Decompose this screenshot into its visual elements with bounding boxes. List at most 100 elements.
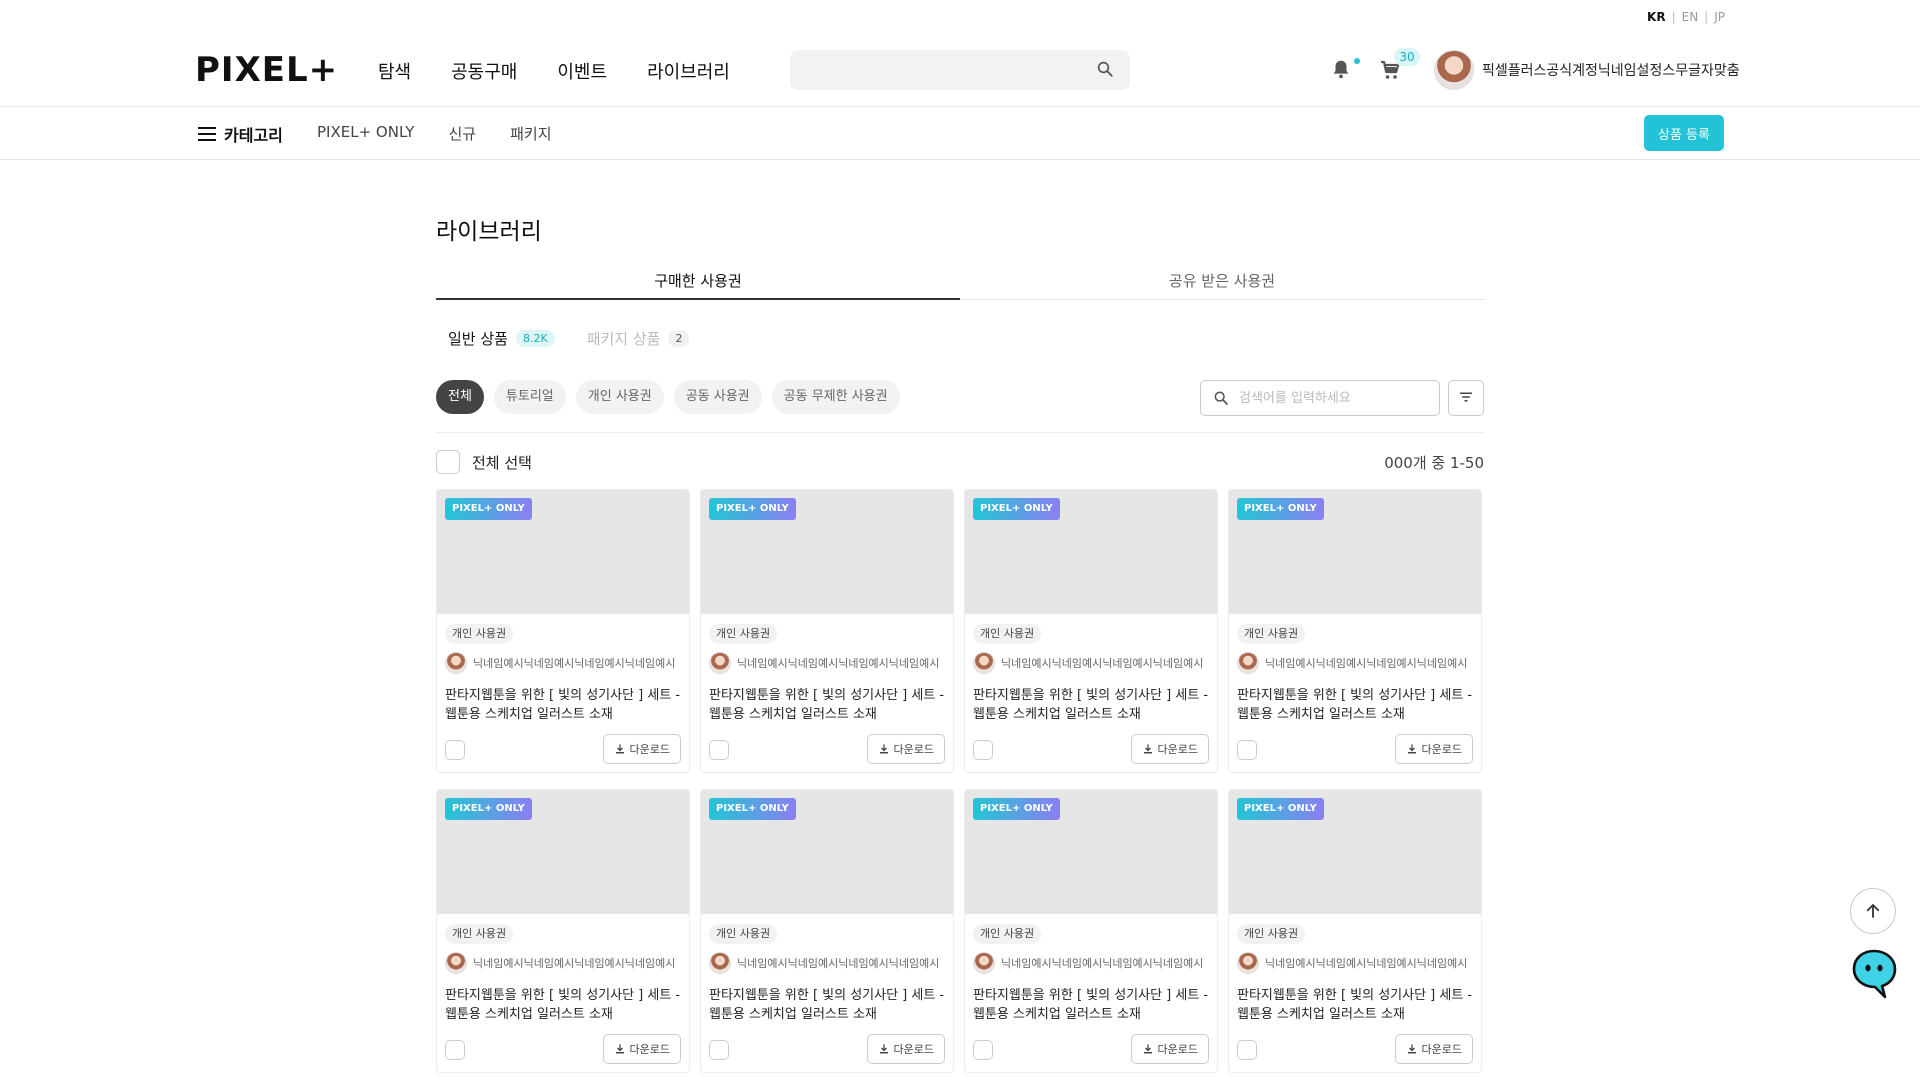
lang-en[interactable]: EN xyxy=(1682,10,1699,24)
tab-purchased[interactable]: 구매한 사용권 xyxy=(436,264,960,300)
product-thumbnail[interactable]: PIXEL+ ONLY xyxy=(1229,490,1481,614)
tab-shared[interactable]: 공유 받은 사용권 xyxy=(960,264,1484,299)
chip-shared[interactable]: 공동 사용권 xyxy=(673,380,762,414)
product-thumbnail[interactable]: PIXEL+ ONLY xyxy=(701,790,953,914)
subtab-general[interactable]: 일반 상품 8.2K xyxy=(448,328,555,349)
product-checkbox[interactable] xyxy=(445,740,465,760)
global-search[interactable] xyxy=(790,50,1130,90)
sub-nav-pixel-only[interactable]: PIXEL+ ONLY xyxy=(317,123,414,144)
product-checkbox[interactable] xyxy=(709,1040,729,1060)
sub-nav-links: PIXEL+ ONLY 신규 패키지 xyxy=(317,123,552,144)
chat-bot-icon[interactable] xyxy=(1850,948,1898,1000)
product-title[interactable]: 판타지웹툰을 위한 [ 빛의 성기사단 ] 세트 - 웹툰용 스케치업 일러스트… xyxy=(1237,986,1475,1024)
download-button[interactable]: 다운로드 xyxy=(602,734,681,764)
logo[interactable]: PIXEL+ xyxy=(195,50,338,90)
product-title[interactable]: 판타지웹툰을 위한 [ 빛의 성기사단 ] 세트 - 웹툰용 스케치업 일러스트… xyxy=(445,686,683,724)
product-thumbnail[interactable]: PIXEL+ ONLY xyxy=(701,490,953,614)
register-product-button[interactable]: 상품 등록 xyxy=(1644,115,1724,151)
product-checkbox[interactable] xyxy=(973,1040,993,1060)
pixel-only-badge: PIXEL+ ONLY xyxy=(709,798,796,820)
scroll-to-top-button[interactable] xyxy=(1850,888,1896,934)
product-card[interactable]: PIXEL+ ONLY 개인 사용권 닉네임예시닉네임예시닉네임예시닉네임예시 … xyxy=(700,789,954,1073)
product-thumbnail[interactable]: PIXEL+ ONLY xyxy=(437,490,689,614)
author: 닉네임예시닉네임예시닉네임예시닉네임예시 xyxy=(1237,952,1475,974)
sub-nav-package[interactable]: 패키지 xyxy=(510,123,551,144)
download-label: 다운로드 xyxy=(893,743,934,756)
select-all[interactable]: 전체 선택 xyxy=(436,450,532,474)
arrow-up-icon xyxy=(1866,904,1880,918)
category-menu-button[interactable]: 카테고리 xyxy=(198,122,283,146)
product-title[interactable]: 판타지웹툰을 위한 [ 빛의 성기사단 ] 세트 - 웹툰용 스케치업 일러스트… xyxy=(709,686,947,724)
product-title[interactable]: 판타지웹툰을 위한 [ 빛의 성기사단 ] 세트 - 웹툰용 스케치업 일러스트… xyxy=(445,986,683,1024)
license-tag: 개인 사용권 xyxy=(973,924,1042,944)
product-type-tabs: 일반 상품 8.2K 패키지 상품 2 xyxy=(448,328,690,349)
author-name: 닉네임예시닉네임예시닉네임예시닉네임예시 xyxy=(737,957,940,970)
select-all-checkbox[interactable] xyxy=(436,450,460,474)
product-title[interactable]: 판타지웹툰을 위한 [ 빛의 성기사단 ] 세트 - 웹툰용 스케치업 일러스트… xyxy=(973,986,1211,1024)
library-search xyxy=(1200,380,1440,416)
chip-personal[interactable]: 개인 사용권 xyxy=(575,380,664,414)
nav-event[interactable]: 이벤트 xyxy=(557,58,607,84)
product-title[interactable]: 판타지웹툰을 위한 [ 빛의 성기사단 ] 세트 - 웹툰용 스케치업 일러스트… xyxy=(973,686,1211,724)
product-checkbox[interactable] xyxy=(973,740,993,760)
download-button[interactable]: 다운로드 xyxy=(866,1034,945,1064)
subnav-divider xyxy=(0,159,1920,160)
username[interactable]: 픽셀플러스공식계정닉네임설정스무글자맞춤 xyxy=(1482,60,1740,80)
product-card[interactable]: PIXEL+ ONLY 개인 사용권 닉네임예시닉네임예시닉네임예시닉네임예시 … xyxy=(964,789,1218,1073)
subtab-label: 일반 상품 xyxy=(448,330,508,348)
nav-library[interactable]: 라이브러리 xyxy=(647,58,730,84)
lang-kr[interactable]: KR xyxy=(1647,10,1666,24)
nav-explore[interactable]: 탐색 xyxy=(378,58,411,84)
filter-icon xyxy=(1460,392,1472,401)
author: 닉네임예시닉네임예시닉네임예시닉네임예시 xyxy=(445,952,683,974)
author-name: 닉네임예시닉네임예시닉네임예시닉네임예시 xyxy=(1001,657,1204,670)
filter-button[interactable] xyxy=(1448,380,1484,416)
download-button[interactable]: 다운로드 xyxy=(1130,1034,1209,1064)
product-checkbox[interactable] xyxy=(1237,1040,1257,1060)
sub-nav-new[interactable]: 신규 xyxy=(448,123,476,144)
download-button[interactable]: 다운로드 xyxy=(1394,734,1473,764)
download-icon xyxy=(615,744,624,754)
avatar[interactable] xyxy=(1434,50,1474,90)
author: 닉네임예시닉네임예시닉네임예시닉네임예시 xyxy=(973,952,1211,974)
product-checkbox[interactable] xyxy=(1237,740,1257,760)
product-card[interactable]: PIXEL+ ONLY 개인 사용권 닉네임예시닉네임예시닉네임예시닉네임예시 … xyxy=(964,489,1218,773)
avatar xyxy=(445,952,467,974)
download-icon xyxy=(1407,744,1416,754)
bell-icon[interactable] xyxy=(1330,58,1352,80)
chip-all[interactable]: 전체 xyxy=(436,380,484,414)
product-checkbox[interactable] xyxy=(709,740,729,760)
product-title[interactable]: 판타지웹툰을 위한 [ 빛의 성기사단 ] 세트 - 웹툰용 스케치업 일러스트… xyxy=(709,986,947,1024)
download-label: 다운로드 xyxy=(629,743,670,756)
product-thumbnail[interactable]: PIXEL+ ONLY xyxy=(437,790,689,914)
chip-shared-unlimited[interactable]: 공동 무제한 사용권 xyxy=(771,380,900,414)
product-card[interactable]: PIXEL+ ONLY 개인 사용권 닉네임예시닉네임예시닉네임예시닉네임예시 … xyxy=(1228,789,1482,1073)
download-button[interactable]: 다운로드 xyxy=(1130,734,1209,764)
language-switch: KR | EN | JP xyxy=(1647,10,1725,24)
download-button[interactable]: 다운로드 xyxy=(602,1034,681,1064)
product-card[interactable]: PIXEL+ ONLY 개인 사용권 닉네임예시닉네임예시닉네임예시닉네임예시 … xyxy=(700,489,954,773)
product-card[interactable]: PIXEL+ ONLY 개인 사용권 닉네임예시닉네임예시닉네임예시닉네임예시 … xyxy=(436,489,690,773)
license-tag: 개인 사용권 xyxy=(709,624,778,644)
product-thumbnail[interactable]: PIXEL+ ONLY xyxy=(965,490,1217,614)
avatar xyxy=(973,952,995,974)
chip-tutorial[interactable]: 튜토리얼 xyxy=(493,380,566,414)
download-label: 다운로드 xyxy=(1421,1043,1462,1056)
product-title[interactable]: 판타지웹툰을 위한 [ 빛의 성기사단 ] 세트 - 웹툰용 스케치업 일러스트… xyxy=(1237,686,1475,724)
download-button[interactable]: 다운로드 xyxy=(1394,1034,1473,1064)
search-icon[interactable] xyxy=(1096,60,1114,78)
license-tag: 개인 사용권 xyxy=(445,924,514,944)
author: 닉네임예시닉네임예시닉네임예시닉네임예시 xyxy=(709,652,947,674)
nav-group-buy[interactable]: 공동구매 xyxy=(451,58,517,84)
library-search-input[interactable] xyxy=(1239,381,1433,415)
lang-jp[interactable]: JP xyxy=(1714,10,1725,24)
product-checkbox[interactable] xyxy=(445,1040,465,1060)
subtab-package[interactable]: 패키지 상품 2 xyxy=(587,328,690,349)
download-button[interactable]: 다운로드 xyxy=(866,734,945,764)
product-thumbnail[interactable]: PIXEL+ ONLY xyxy=(965,790,1217,914)
download-icon xyxy=(879,1044,888,1054)
cart-count-badge: 30 xyxy=(1394,48,1420,66)
product-card[interactable]: PIXEL+ ONLY 개인 사용권 닉네임예시닉네임예시닉네임예시닉네임예시 … xyxy=(1228,489,1482,773)
product-thumbnail[interactable]: PIXEL+ ONLY xyxy=(1229,790,1481,914)
product-card[interactable]: PIXEL+ ONLY 개인 사용권 닉네임예시닉네임예시닉네임예시닉네임예시 … xyxy=(436,789,690,1073)
